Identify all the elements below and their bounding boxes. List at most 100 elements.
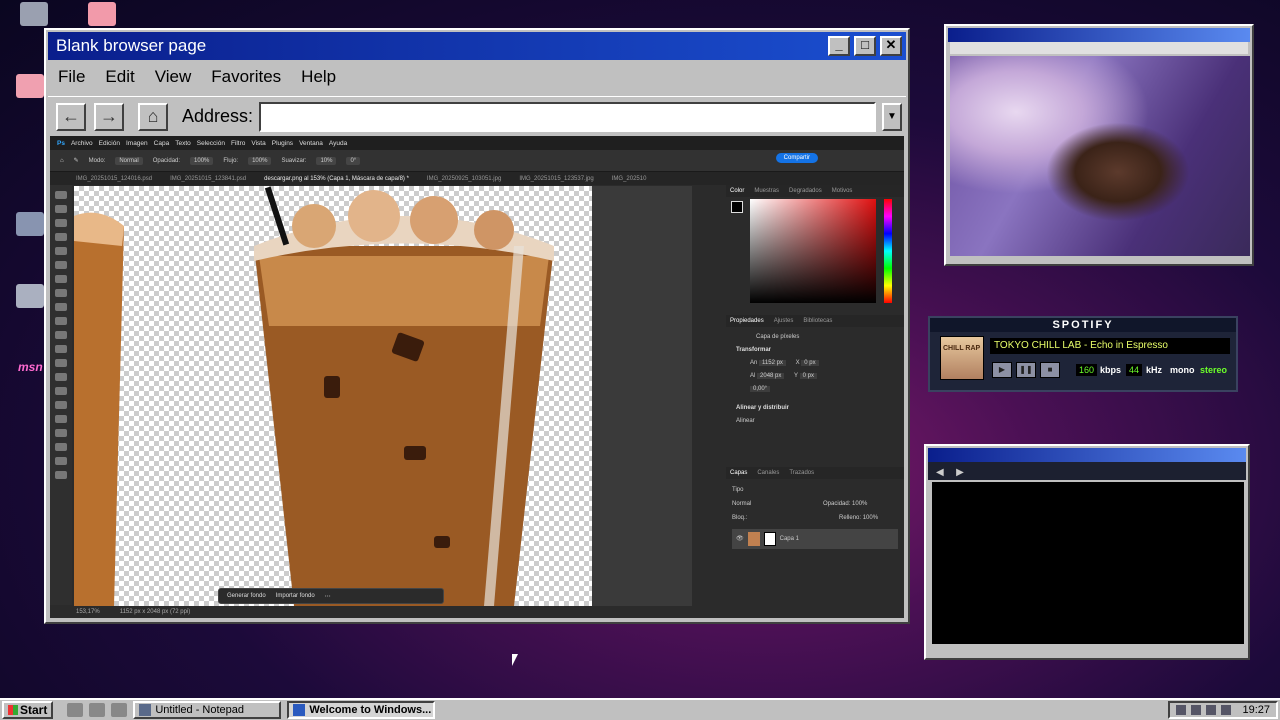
history-brush-icon[interactable] [55, 331, 67, 339]
home-button[interactable]: ⌂ [138, 102, 168, 131]
brush-tool-icon[interactable] [55, 303, 67, 311]
home-icon[interactable]: ⌂ [60, 158, 64, 164]
video-forward-icon[interactable]: ▶ [956, 467, 964, 478]
blur-tool-icon[interactable] [55, 373, 67, 381]
tab-channels[interactable]: Canales [757, 470, 779, 476]
foreground-color-swatch[interactable] [731, 201, 743, 213]
folder-desktop-icon[interactable] [88, 2, 116, 26]
fill-input[interactable]: 100% [863, 515, 878, 521]
import-background-button[interactable]: Importar fondo [276, 593, 315, 599]
tab-paths[interactable]: Trazados [789, 470, 814, 476]
ps-mode-select[interactable]: Normal [115, 156, 143, 165]
shape-tool-icon[interactable] [55, 443, 67, 451]
tray-icon[interactable] [1191, 705, 1202, 715]
x-input[interactable]: 0 px [801, 360, 819, 366]
taskbar-notepad-button[interactable]: Untitled - Notepad [133, 701, 282, 719]
ps-menu-texto[interactable]: Texto [172, 140, 194, 147]
quicklaunch-icon[interactable] [111, 703, 128, 717]
tray-icon[interactable] [1176, 705, 1187, 715]
height-input[interactable]: 2048 px [757, 373, 785, 379]
type-tool-icon[interactable] [55, 415, 67, 423]
select-tool-icon[interactable] [55, 233, 67, 241]
align-heading[interactable]: Alinear y distribuir [736, 402, 894, 415]
eraser-tool-icon[interactable] [55, 345, 67, 353]
volume-icon[interactable] [1221, 705, 1232, 715]
layer-filter-select[interactable]: Tipo [732, 483, 898, 497]
address-input[interactable] [259, 101, 876, 132]
layer-opacity-input[interactable]: 100% [852, 501, 867, 507]
quicklaunch-icon[interactable] [67, 703, 84, 717]
gradient-tool-icon[interactable] [55, 359, 67, 367]
tab-patterns[interactable]: Motivos [832, 188, 853, 194]
stamp-tool-icon[interactable] [55, 317, 67, 325]
visibility-eye-icon[interactable]: 👁 [736, 532, 744, 546]
tab-adjustments[interactable]: Ajustes [774, 318, 794, 324]
ps-angle-input[interactable]: 0° [346, 156, 361, 165]
ps-menu-plugins[interactable]: Plugins [269, 140, 296, 147]
ps-share-button[interactable]: Compartir [775, 153, 818, 163]
blend-mode-select[interactable]: Normal [732, 501, 751, 507]
transform-heading[interactable]: Transformar [736, 344, 894, 357]
webcam-title-bar[interactable] [948, 28, 1250, 42]
crop-tool-icon[interactable] [55, 247, 67, 255]
tab-swatches[interactable]: Muestras [754, 188, 779, 194]
more-options-icon[interactable]: ⋯ [325, 593, 331, 600]
ps-menu-imagen[interactable]: Imagen [123, 140, 151, 147]
video-player-area[interactable] [932, 482, 1244, 644]
angle-input[interactable]: 0,00° [750, 386, 771, 392]
ps-menu-seleccion[interactable]: Selección [194, 140, 228, 147]
maximize-button[interactable]: □ [854, 36, 876, 56]
tab-libraries[interactable]: Bibliotecas [803, 318, 832, 324]
marquee-tool-icon[interactable] [55, 205, 67, 213]
tab-properties[interactable]: Propiedades [730, 318, 764, 324]
ps-menu-filtro[interactable]: Filtro [228, 140, 248, 147]
path-select-icon[interactable] [55, 429, 67, 437]
menu-help[interactable]: Help [291, 67, 346, 87]
move-tool-icon[interactable] [55, 191, 67, 199]
browser-title-bar[interactable]: Blank browser page _ □ ✕ [48, 32, 906, 60]
back-button[interactable]: ← [56, 102, 86, 131]
healing-tool-icon[interactable] [55, 289, 67, 297]
tab-color[interactable]: Color [730, 188, 744, 194]
play-button[interactable]: ▶ [992, 362, 1012, 378]
width-input[interactable]: 1152 px [759, 360, 786, 366]
tray-icon[interactable] [1206, 705, 1217, 715]
ps-menu-vista[interactable]: Vista [248, 140, 268, 147]
hand-tool-icon[interactable] [55, 457, 67, 465]
msn-icon[interactable]: msn [18, 360, 43, 374]
pause-button[interactable]: ❚❚ [1016, 362, 1036, 378]
ps-doc-tab[interactable]: IMG_20251015_123841.psd [170, 176, 246, 182]
tab-layers[interactable]: Capas [730, 470, 747, 476]
brush-icon[interactable]: ✎ [74, 157, 79, 164]
ps-zoom-readout[interactable]: 153,17% [76, 609, 100, 615]
quicklaunch-icon[interactable] [89, 703, 106, 717]
address-dropdown-button[interactable]: ▼ [882, 102, 902, 131]
ps-flow-input[interactable]: 100% [248, 156, 272, 165]
lasso-tool-icon[interactable] [55, 219, 67, 227]
layer-row[interactable]: 👁 Capa 1 [732, 529, 898, 549]
color-picker-field[interactable] [750, 199, 876, 303]
layer-name[interactable]: Capa 1 [780, 532, 799, 546]
ps-smooth-input[interactable]: 10% [316, 156, 337, 165]
tab-gradients[interactable]: Degradados [789, 188, 822, 194]
dodge-tool-icon[interactable] [55, 387, 67, 395]
ps-menu-ventana[interactable]: Ventana [296, 140, 326, 147]
close-button[interactable]: ✕ [880, 36, 902, 56]
clock[interactable]: 19:27 [1242, 704, 1270, 716]
computer-desktop-icon[interactable] [20, 2, 48, 26]
menu-edit[interactable]: Edit [95, 67, 144, 87]
generate-background-button[interactable]: Generar fondo [227, 593, 266, 599]
ps-doc-tab[interactable]: IMG_20250925_103051.jpg [427, 176, 501, 182]
ps-menu-archivo[interactable]: Archivo [68, 140, 96, 147]
menu-favorites[interactable]: Favorites [201, 67, 291, 87]
start-button[interactable]: Start [2, 701, 54, 719]
zoom-tool-icon[interactable] [55, 471, 67, 479]
ps-canvas[interactable] [74, 186, 592, 606]
ps-doc-tab[interactable]: IMG_20251015_124016.psd [76, 176, 152, 182]
taskbar-welcome-button[interactable]: Welcome to Windows... [287, 701, 436, 719]
ps-menu-edicion[interactable]: Edición [96, 140, 123, 147]
minimize-button[interactable]: _ [828, 36, 850, 56]
forward-button[interactable]: → [94, 102, 124, 131]
pen-tool-icon[interactable] [55, 401, 67, 409]
recycle-bin-icon[interactable] [16, 284, 44, 308]
